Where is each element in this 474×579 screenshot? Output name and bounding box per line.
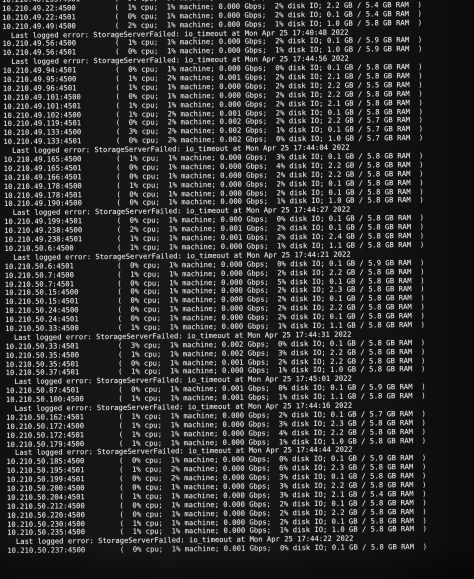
status-line: 10.210.50.237:4500 ( 0% cpu; 1% machine;…: [7, 542, 428, 556]
terminal-output: 10.210.48.253:4501 ( 0% cpu; 0% machine;…: [2, 0, 474, 556]
terminal-screen: 10.210.48.253:4501 ( 0% cpu; 0% machine;…: [0, 0, 474, 579]
